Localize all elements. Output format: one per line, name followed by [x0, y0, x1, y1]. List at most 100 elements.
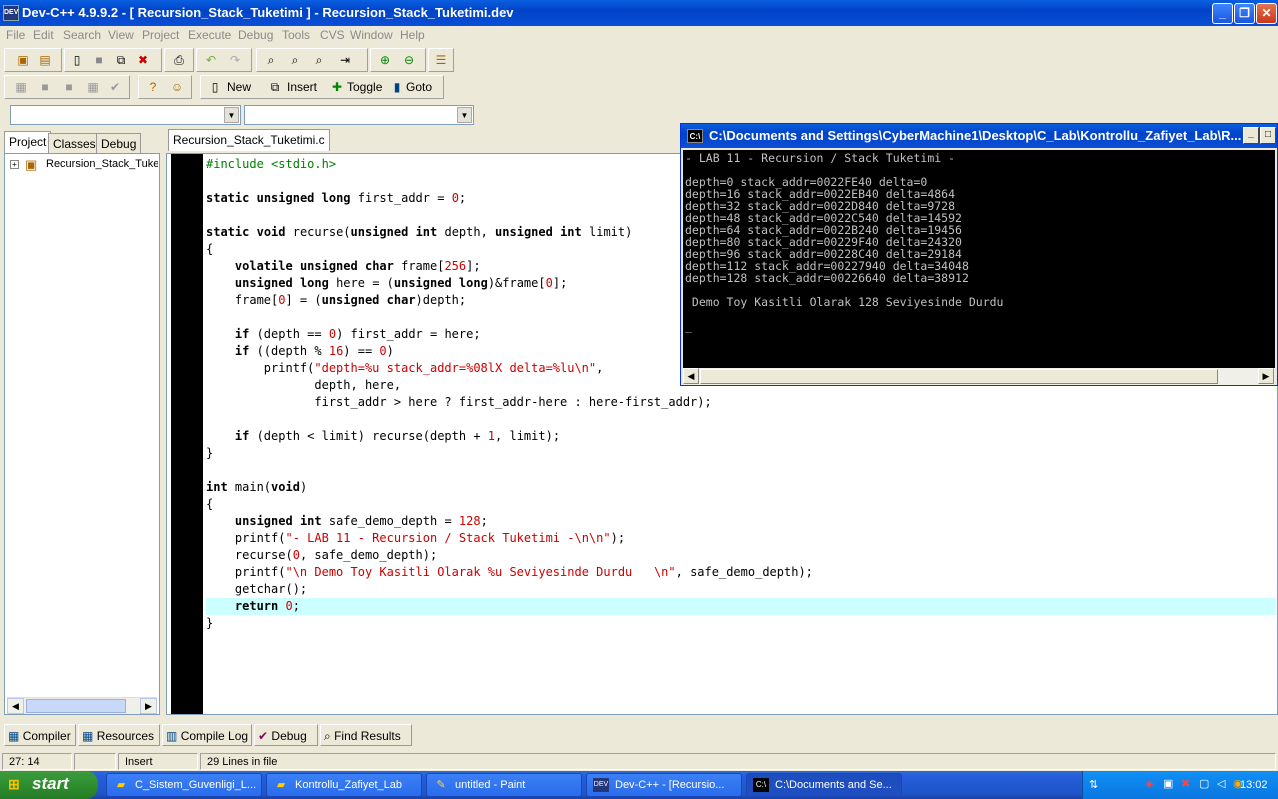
chevron-down-icon[interactable]: ▼: [457, 107, 472, 123]
chevron-down-icon[interactable]: ▼: [224, 107, 239, 123]
console-maximize-button[interactable]: □: [1260, 127, 1276, 144]
scroll-thumb[interactable]: [700, 369, 1218, 384]
code-line[interactable]: unsigned long here = (unsigned long)&fra…: [206, 275, 567, 292]
devcpp-app-icon[interactable]: DEV: [3, 5, 19, 21]
code-line[interactable]: first_addr > here ? first_addr-here : he…: [206, 394, 711, 411]
menu-debug[interactable]: Debug: [238, 28, 273, 42]
new-file-icon[interactable]: ▯: [69, 52, 85, 68]
console-hscrollbar[interactable]: ◀ ▶: [683, 368, 1275, 385]
shield-icon[interactable]: ◈: [1145, 777, 1153, 790]
menu-cvs[interactable]: CVS: [320, 28, 345, 42]
task-devcpp[interactable]: DEV Dev-C++ - [Recursio...: [586, 773, 742, 797]
code-line[interactable]: #include <stdio.h>: [206, 156, 336, 173]
scroll-thumb[interactable]: [26, 699, 126, 713]
menu-view[interactable]: View: [108, 28, 134, 42]
tab-compile-log[interactable]: ▥ Compile Log: [162, 724, 252, 746]
check-icon[interactable]: ✔: [107, 79, 123, 95]
code-line[interactable]: if (depth < limit) recurse(depth + 1, li…: [206, 428, 560, 445]
tab-debug[interactable]: Debug: [96, 133, 142, 153]
code-line[interactable]: static unsigned long first_addr = 0;: [206, 190, 466, 207]
code-line[interactable]: recurse(0, safe_demo_depth);: [206, 547, 437, 564]
code-line[interactable]: printf("- LAB 11 - Recursion / Stack Tuk…: [206, 530, 625, 547]
scroll-left-icon[interactable]: ◀: [7, 698, 24, 714]
menu-project[interactable]: Project: [142, 28, 179, 42]
new-class-icon[interactable]: ▯: [207, 79, 223, 95]
code-line[interactable]: }: [206, 445, 213, 462]
code-line[interactable]: frame[0] = (unsigned char)depth;: [206, 292, 466, 309]
tab-resources[interactable]: ▦ Resources: [78, 724, 160, 746]
remove-from-project-icon[interactable]: ⊖: [401, 52, 417, 68]
task-console[interactable]: C:\ C:\Documents and Se...: [746, 773, 902, 797]
code-line[interactable]: volatile unsigned char frame[256];: [206, 258, 481, 275]
task-kontrollu[interactable]: ▰ Kontrollu_Zafiyet_Lab: [266, 773, 422, 797]
scroll-right-icon[interactable]: ▶: [140, 698, 157, 714]
goto-line-icon[interactable]: ⇥: [337, 52, 353, 68]
insert-icon[interactable]: ⧉: [267, 79, 283, 95]
close-button[interactable]: ✕: [1256, 3, 1277, 24]
toggle-bookmark-icon[interactable]: ✚: [329, 79, 345, 95]
code-line[interactable]: if ((depth % 16) == 0): [206, 343, 394, 360]
add-to-project-icon[interactable]: ⊕: [377, 52, 393, 68]
project-icon[interactable]: ▣: [15, 52, 31, 68]
network-icon[interactable]: ▣: [1163, 777, 1173, 790]
scroll-left-icon[interactable]: ◀: [683, 368, 699, 384]
task-paint[interactable]: ✎ untitled - Paint: [426, 773, 582, 797]
code-line-active[interactable]: return 0;: [206, 598, 1276, 615]
code-line[interactable]: printf("depth=%u stack_addr=%08lX delta=…: [206, 360, 604, 377]
code-line[interactable]: printf("\n Demo Toy Kasitli Olarak %u Se…: [206, 564, 813, 581]
start-button[interactable]: ⊞ start: [0, 771, 98, 799]
save-all-icon[interactable]: ⧉: [113, 52, 129, 68]
menu-file[interactable]: File: [6, 28, 25, 42]
console-minimize-button[interactable]: _: [1243, 127, 1259, 144]
menu-window[interactable]: Window: [350, 28, 393, 42]
open-icon[interactable]: ■: [91, 52, 107, 68]
code-line[interactable]: static void recurse(unsigned int depth, …: [206, 224, 632, 241]
goto-bookmark-icon[interactable]: ▮: [389, 79, 405, 95]
compile-run-icon[interactable]: ■: [61, 79, 77, 95]
console-window[interactable]: C:\ C:\Documents and Settings\CyberMachi…: [680, 123, 1278, 386]
console-title-bar[interactable]: C:\ C:\Documents and Settings\CyberMachi…: [681, 124, 1277, 148]
compile-icon[interactable]: ▦: [13, 79, 29, 95]
console-icon[interactable]: C:\: [687, 129, 703, 143]
about-icon[interactable]: ☺: [169, 79, 185, 95]
title-bar[interactable]: DEV Dev-C++ 4.9.9.2 - [ Recursion_Stack_…: [0, 0, 1278, 26]
menu-edit[interactable]: Edit: [33, 28, 54, 42]
code-line[interactable]: int main(void): [206, 479, 307, 496]
toggle-button[interactable]: Toggle: [347, 80, 382, 94]
tab-project[interactable]: Project: [4, 131, 52, 153]
run-icon[interactable]: ■: [37, 79, 53, 95]
undo-icon[interactable]: ↶: [203, 52, 219, 68]
replace-icon[interactable]: ⌕: [287, 52, 303, 68]
tab-find-results[interactable]: ⌕ Find Results: [320, 724, 412, 746]
code-line[interactable]: unsigned int safe_demo_depth = 128;: [206, 513, 488, 530]
task-c-sistem[interactable]: ▰ C_Sistem_Guvenligi_L...: [106, 773, 262, 797]
menu-help[interactable]: Help: [400, 28, 425, 42]
console-output[interactable]: - LAB 11 - Recursion / Stack Tuketimi - d…: [683, 150, 1275, 368]
code-line[interactable]: }: [206, 615, 213, 632]
menu-tools[interactable]: Tools: [282, 28, 310, 42]
redo-icon[interactable]: ↷: [227, 52, 243, 68]
monitor-icon[interactable]: ▢: [1199, 777, 1209, 790]
print-icon[interactable]: ⎙: [171, 52, 187, 68]
code-line[interactable]: {: [206, 241, 213, 258]
close-file-icon[interactable]: ✖: [135, 52, 151, 68]
code-line[interactable]: depth, here,: [206, 377, 401, 394]
expand-icon[interactable]: +: [10, 160, 19, 169]
project-close-icon[interactable]: ▤: [37, 52, 53, 68]
input-language-icon[interactable]: ⇅: [1089, 778, 1098, 791]
network-error-icon[interactable]: ✖: [1181, 777, 1190, 790]
new-button[interactable]: New: [227, 80, 251, 94]
member-combo[interactable]: ▼: [244, 105, 474, 125]
goto-button[interactable]: Goto: [406, 80, 432, 94]
menu-execute[interactable]: Execute: [188, 28, 231, 42]
scroll-right-icon[interactable]: ▶: [1258, 368, 1274, 384]
minimize-button[interactable]: _: [1212, 3, 1233, 24]
tree-item-project[interactable]: Recursion_Stack_Tuke: [46, 158, 158, 170]
options-icon[interactable]: ☰: [433, 52, 449, 68]
code-line[interactable]: if (depth == 0) first_addr = here;: [206, 326, 481, 343]
find-next-icon[interactable]: ⌕: [311, 52, 327, 68]
help-icon[interactable]: ?: [145, 79, 161, 95]
code-line[interactable]: {: [206, 496, 213, 513]
volume-icon[interactable]: ◁: [1217, 777, 1225, 790]
restore-button[interactable]: ❐: [1234, 3, 1255, 24]
